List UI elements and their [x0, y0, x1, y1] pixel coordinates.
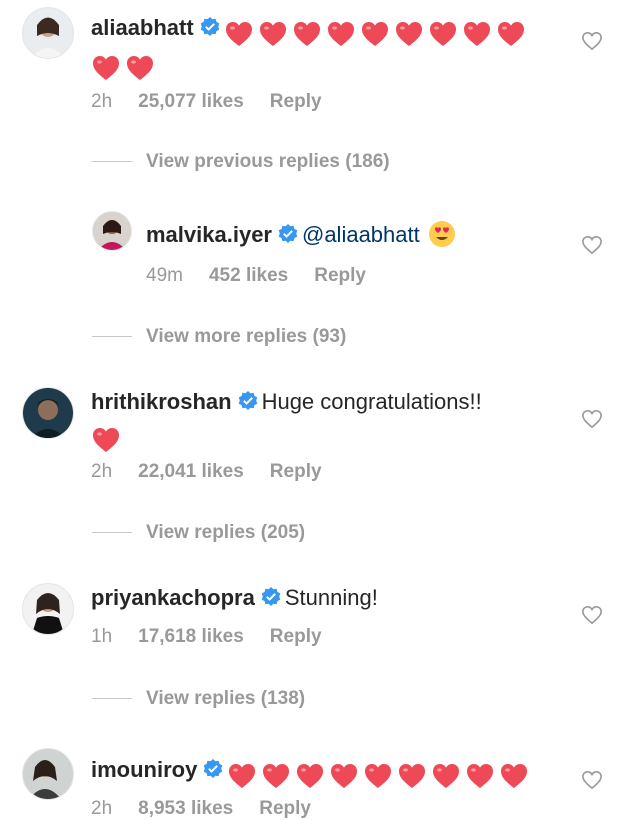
view-replies-link[interactable]: View replies (205) — [92, 522, 305, 544]
verified-badge-icon — [203, 758, 223, 786]
likes-count[interactable]: 452 likes — [209, 265, 288, 286]
red-heart-emoji — [363, 762, 393, 790]
verified-badge-icon — [200, 16, 220, 44]
heart-eyes-emoji — [428, 220, 456, 248]
reply-button[interactable]: Reply — [270, 626, 322, 647]
red-heart-emoji — [394, 20, 424, 48]
view-replies-link[interactable]: View replies (138) — [92, 688, 305, 710]
likes-count[interactable]: 8,953 likes — [138, 798, 233, 819]
avatar[interactable] — [22, 7, 74, 59]
heart-emoji-row — [91, 53, 159, 82]
red-heart-emoji — [224, 20, 254, 48]
comment-time: 49m — [146, 265, 183, 286]
likes-count[interactable]: 22,041 likes — [138, 461, 244, 482]
red-heart-emoji — [329, 762, 359, 790]
mention-link[interactable]: @aliaabhatt — [302, 222, 420, 247]
verified-badge-icon — [238, 390, 258, 418]
comment-text: Huge congratulations!! — [261, 389, 482, 414]
comment-time: 2h — [91, 461, 113, 482]
red-heart-emoji — [360, 20, 390, 48]
avatar[interactable] — [22, 583, 74, 635]
red-heart-emoji — [292, 20, 322, 48]
heart-emoji-row — [91, 425, 125, 454]
reply-button[interactable]: Reply — [314, 265, 366, 286]
red-heart-emoji — [261, 762, 291, 790]
username[interactable]: priyankachopra — [91, 585, 255, 610]
red-heart-emoji — [91, 54, 121, 82]
username[interactable]: hrithikroshan — [91, 389, 232, 414]
avatar[interactable] — [92, 211, 132, 251]
red-heart-emoji — [258, 20, 288, 48]
divider — [92, 698, 132, 700]
heart-outline-icon[interactable] — [581, 235, 603, 255]
red-heart-emoji — [91, 426, 121, 454]
username[interactable]: aliaabhatt — [91, 15, 194, 40]
comment-time: 2h — [91, 798, 113, 819]
divider — [92, 532, 132, 534]
reply-button[interactable]: Reply — [270, 461, 322, 482]
heart-outline-icon[interactable] — [581, 770, 603, 790]
red-heart-emoji — [227, 762, 257, 790]
reply-button[interactable]: Reply — [259, 798, 311, 819]
red-heart-emoji — [462, 20, 492, 48]
red-heart-emoji — [465, 762, 495, 790]
likes-count[interactable]: 17,618 likes — [138, 626, 244, 647]
username[interactable]: imouniroy — [91, 757, 197, 782]
comment-time: 1h — [91, 626, 113, 647]
red-heart-emoji — [428, 20, 458, 48]
heart-outline-icon[interactable] — [581, 31, 603, 51]
red-heart-emoji — [496, 20, 526, 48]
comment-text: Stunning! — [284, 585, 378, 610]
red-heart-emoji — [125, 54, 155, 82]
likes-count[interactable]: 25,077 likes — [138, 91, 244, 112]
verified-badge-icon — [261, 586, 281, 614]
divider — [92, 336, 132, 338]
red-heart-emoji — [295, 762, 325, 790]
avatar[interactable] — [22, 387, 74, 439]
heart-outline-icon[interactable] — [581, 409, 603, 429]
red-heart-emoji — [397, 762, 427, 790]
view-more-replies-link[interactable]: View more replies (93) — [92, 326, 346, 348]
divider — [92, 161, 132, 163]
red-heart-emoji — [326, 20, 356, 48]
reply-button[interactable]: Reply — [270, 91, 322, 112]
red-heart-emoji — [499, 762, 529, 790]
view-previous-replies-link[interactable]: View previous replies (186) — [92, 151, 390, 173]
verified-badge-icon — [278, 223, 298, 251]
avatar[interactable] — [22, 748, 74, 800]
username[interactable]: malvika.iyer — [146, 222, 272, 247]
comment-time: 2h — [91, 91, 113, 112]
heart-outline-icon[interactable] — [581, 605, 603, 625]
heart-emoji-row — [224, 19, 530, 48]
heart-emoji-row — [227, 761, 533, 790]
red-heart-emoji — [431, 762, 461, 790]
